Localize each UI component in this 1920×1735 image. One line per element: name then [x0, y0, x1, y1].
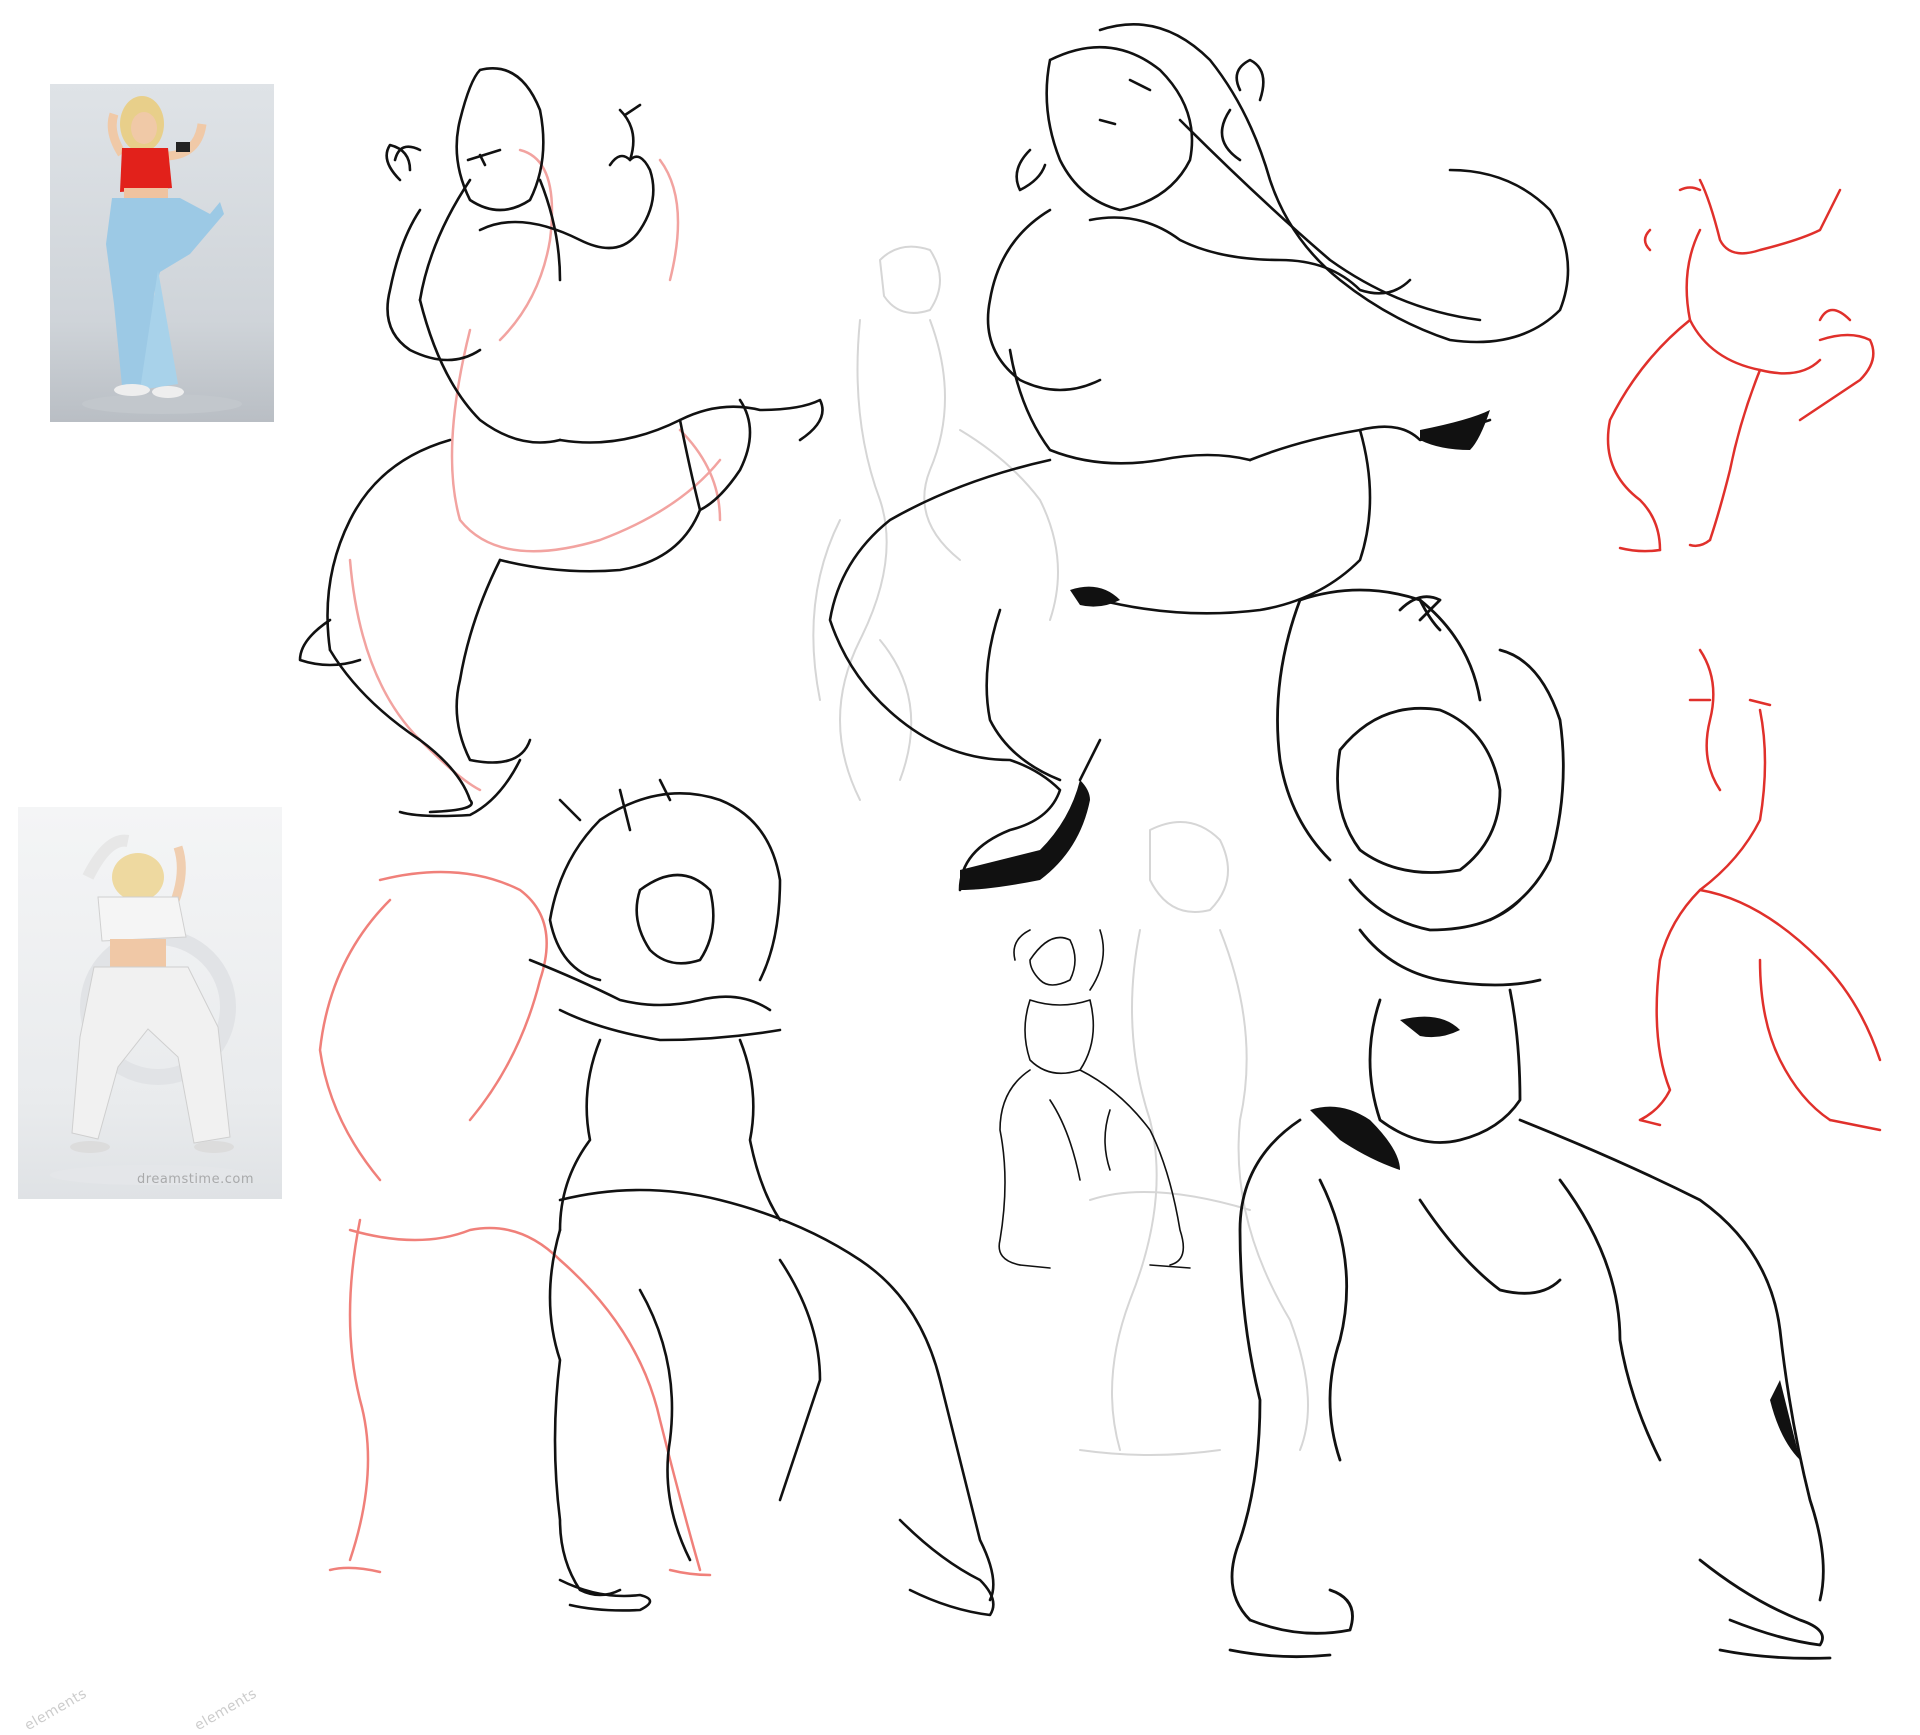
red-gesture-top-right	[1606, 178, 1875, 553]
ink-figure-large-arms-up-dancer	[1228, 588, 1832, 1660]
ink-figure-long-hair-dancer	[298, 67, 824, 818]
sketch-sheet	[298, 23, 1882, 1660]
ink-figure-flowing-hair-dancer	[828, 23, 1570, 892]
ink-figure-small-center	[998, 929, 1191, 1269]
ink-figure-arms-up-dancer	[528, 778, 995, 1617]
ghost-underdrawing-top	[812, 245, 1059, 801]
red-gesture-lower-left	[318, 870, 712, 1577]
ink-fills-figure-4	[1310, 1016, 1800, 1460]
pink-construction-top-left	[348, 148, 722, 792]
ghost-underdrawing-bottom	[1079, 821, 1309, 1456]
red-gesture-right-middle	[1638, 648, 1882, 1132]
